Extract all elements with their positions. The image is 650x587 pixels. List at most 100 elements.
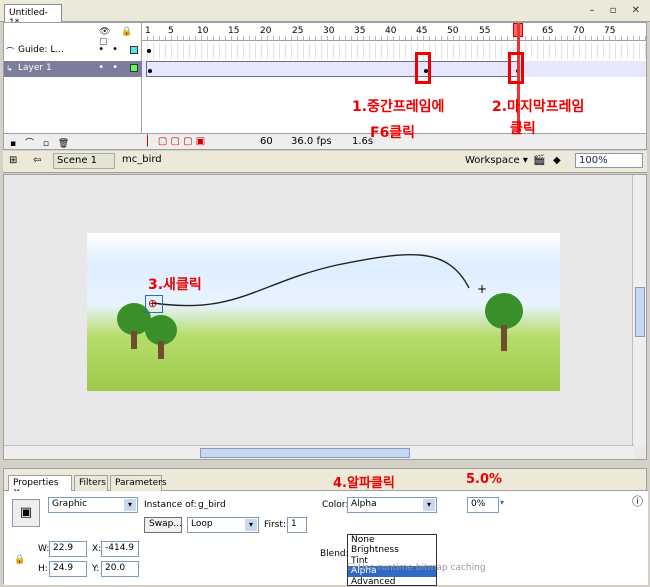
- annotation-step1: 1.중간프레임에: [352, 99, 445, 115]
- frame-rate: 36.0 fps: [291, 136, 332, 147]
- color-option-brightness[interactable]: Brightness: [348, 545, 436, 555]
- tab-label: Parameters: [115, 478, 167, 488]
- onion-skin-icons[interactable]: ▏ ▢ ▢ ▢ ▣: [147, 136, 205, 147]
- symbol-type-select[interactable]: Graphic ▾: [48, 497, 138, 513]
- annotation-box-last-frame: [508, 52, 524, 84]
- alpha-slider-arrow-icon[interactable]: ▾: [500, 498, 510, 510]
- x-input[interactable]: -414.9: [101, 541, 139, 557]
- color-effect-select[interactable]: Alpha ▾: [347, 497, 437, 513]
- ruler-number: 20: [260, 26, 272, 36]
- bitmap-caching-label: Use runtime bitmap caching: [357, 563, 486, 573]
- keyframe[interactable]: [148, 69, 152, 73]
- ruler-number: 40: [385, 26, 397, 36]
- ruler-number: 15: [228, 26, 240, 36]
- chevron-down-icon: ▾: [245, 519, 257, 531]
- swap-button[interactable]: Swap...: [144, 517, 182, 533]
- layer-visibility-dots[interactable]: ••: [98, 44, 126, 55]
- document-tab[interactable]: Untitled-1*: [4, 4, 62, 28]
- color-option-advanced[interactable]: Advanced: [348, 577, 436, 587]
- vertical-scrollbar[interactable]: [632, 175, 646, 447]
- width-label: W:: [38, 544, 50, 554]
- tree: [485, 293, 525, 363]
- ruler-number: 50: [447, 26, 459, 36]
- tab-filters[interactable]: Filters: [74, 475, 108, 491]
- color-label: Color:: [322, 500, 349, 510]
- instance-of-label: Instance of:: [144, 500, 197, 510]
- workspace-menu[interactable]: Workspace ▾: [465, 155, 528, 166]
- annotation-step2: 2.마지막프레임: [492, 99, 585, 115]
- annotation-step5: 5.0%: [466, 472, 503, 487]
- tree: [145, 315, 185, 365]
- tab-properties[interactable]: Properties ✕: [8, 475, 72, 498]
- guide-layer-icon: ⌒: [6, 47, 14, 56]
- tree-crown: [485, 293, 523, 329]
- annotation-step4: 4.알파클릭: [333, 476, 395, 491]
- edit-bar: ⊞ ⇦ Scene 1 mc_bird Workspace ▾ 🎬 ◆ 100%: [3, 151, 647, 173]
- bird-instance-selection[interactable]: ⊕: [145, 295, 163, 313]
- bitmap-caching-checkbox[interactable]: ☐ Use runtime bitmap caching: [347, 563, 486, 573]
- back-arrow-icon[interactable]: ⇦: [33, 155, 41, 166]
- guide-frame-row[interactable]: [142, 43, 646, 59]
- chevron-down-icon: ▾: [124, 499, 136, 511]
- edit-symbol-icon[interactable]: ◆: [553, 155, 561, 166]
- tree-trunk: [158, 341, 164, 359]
- tab-parameters[interactable]: Parameters: [110, 475, 167, 491]
- instance-of-value: g_bird: [198, 500, 226, 510]
- properties-body: ▣ Graphic ▾ Instance of: g_bird Swap... L…: [4, 491, 648, 587]
- scene-label: Scene 1: [57, 155, 98, 166]
- tween-span[interactable]: [146, 61, 520, 77]
- layer-tools-icons[interactable]: ▪ ⌒ ▫ 🗑: [10, 136, 72, 149]
- loop-value: Loop: [191, 519, 213, 529]
- timeline-panel: 👁 🔒 ▢ ⌒ Guide: L... •• ↳ Layer 1 •• 1 5 …: [3, 22, 647, 150]
- stage-canvas[interactable]: + ⊕: [87, 233, 560, 391]
- layer-outline-box[interactable]: [130, 64, 138, 72]
- annotation-step1b: F6클릭: [370, 125, 416, 141]
- ruler-number: 55: [479, 26, 491, 36]
- loop-select[interactable]: Loop ▾: [187, 517, 259, 533]
- layer-outline-box[interactable]: [130, 46, 138, 54]
- ruler-number: 75: [604, 26, 616, 36]
- color-option-none[interactable]: None: [348, 535, 436, 545]
- symbol-label: mc_bird: [122, 154, 162, 165]
- layers-column: 👁 🔒 ▢ ⌒ Guide: L... •• ↳ Layer 1 ••: [4, 23, 142, 133]
- ruler-number: 1: [145, 26, 151, 36]
- current-frame: 60: [260, 136, 273, 147]
- y-input[interactable]: 20.0: [101, 561, 139, 577]
- color-effect-dropdown[interactable]: None Brightness Tint Alpha Advanced: [347, 534, 437, 587]
- alpha-amount-input[interactable]: 0%: [467, 497, 499, 513]
- layer-name: Guide: L...: [18, 45, 64, 55]
- timeline-toggle-icon[interactable]: ⊞: [9, 155, 17, 166]
- horizontal-scroll-thumb[interactable]: [200, 448, 410, 458]
- help-icon[interactable]: ⓘ: [632, 493, 643, 509]
- edit-scene-icon[interactable]: 🎬: [533, 155, 545, 166]
- tab-label: Filters: [79, 478, 106, 488]
- layer-visibility-dots[interactable]: ••: [98, 62, 126, 73]
- zoom-select[interactable]: 100%: [575, 153, 643, 168]
- symbol-breadcrumb[interactable]: mc_bird: [119, 153, 165, 169]
- ruler-number: 45: [416, 26, 428, 36]
- stage-area[interactable]: + ⊕: [3, 174, 647, 460]
- blend-label: Blend:: [320, 549, 349, 559]
- registration-point-icon: ⊕: [148, 297, 158, 310]
- vertical-scroll-thumb[interactable]: [635, 287, 645, 337]
- keyframe[interactable]: [147, 49, 151, 53]
- layer1-frame-row[interactable]: [142, 61, 646, 77]
- window-buttons[interactable]: – ▫ ✕: [589, 5, 646, 16]
- first-frame-input[interactable]: 1: [287, 517, 307, 533]
- ruler-number: 35: [354, 26, 366, 36]
- graphic-symbol-icon: ▣: [12, 499, 40, 527]
- horizontal-scrollbar[interactable]: [4, 445, 634, 459]
- ruler-number: 5: [168, 26, 174, 36]
- layer-row-guide[interactable]: ⌒ Guide: L... ••: [4, 43, 142, 59]
- width-input[interactable]: 22.9: [49, 541, 87, 557]
- layer-row-layer1[interactable]: ↳ Layer 1 ••: [4, 61, 142, 77]
- scene-breadcrumb[interactable]: Scene 1: [53, 153, 115, 169]
- annotation-step2b: 클릭: [510, 121, 536, 137]
- ruler-number: 30: [323, 26, 335, 36]
- frame-ruler[interactable]: 1 5 10 15 20 25 30 35 40 45 50 55 60 65 …: [142, 23, 646, 41]
- lock-icon[interactable]: 🔒: [14, 555, 25, 565]
- annotation-step3: 3.새클릭: [148, 277, 202, 293]
- height-input[interactable]: 24.9: [49, 561, 87, 577]
- frames-area[interactable]: 1 5 10 15 20 25 30 35 40 45 50 55 60 65 …: [142, 23, 646, 133]
- zoom-value: 100%: [579, 155, 608, 166]
